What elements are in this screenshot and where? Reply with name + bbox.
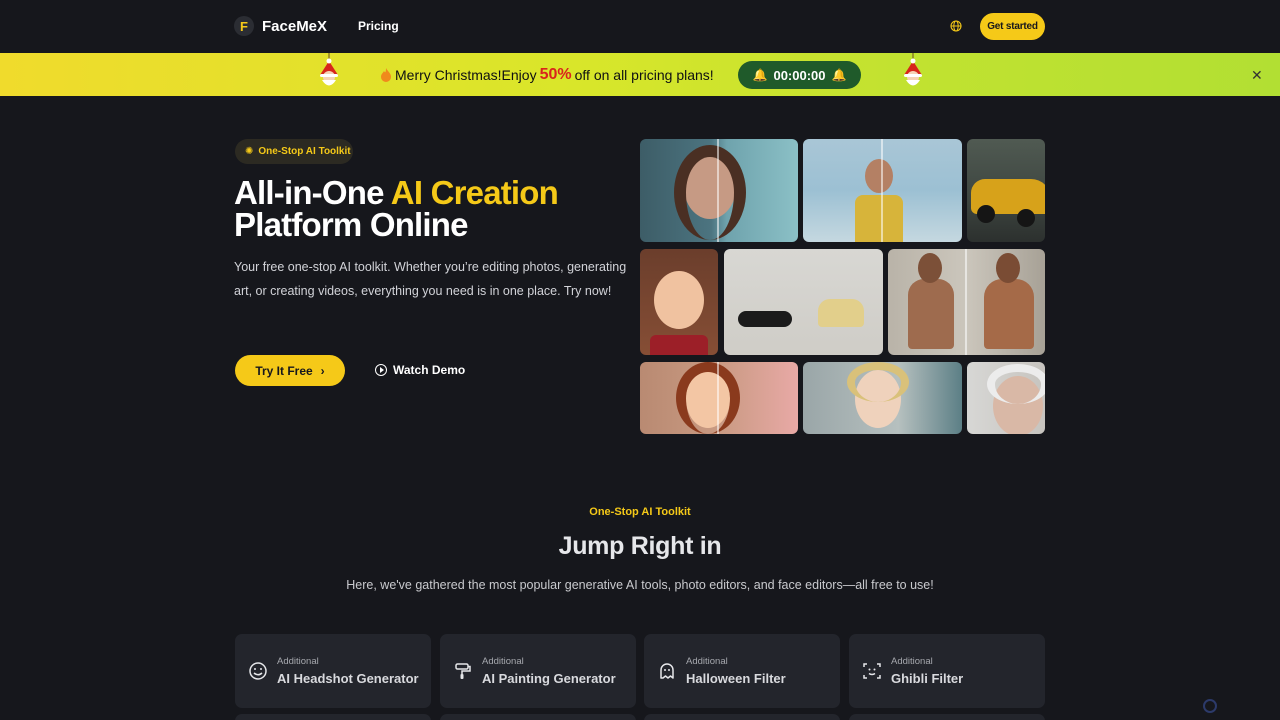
promo-percent: 50% — [539, 66, 572, 83]
smile-face-icon — [249, 662, 267, 680]
section-kicker: One-Stop AI Toolkit — [589, 506, 691, 518]
card-kicker: Additional — [482, 656, 524, 667]
tool-card-partial[interactable] — [440, 714, 636, 720]
card-title: Halloween Filter — [686, 671, 786, 686]
tool-card-ai-headshot[interactable]: Additional AI Headshot Generator — [235, 634, 431, 708]
santa-ornament-icon-2 — [904, 53, 922, 86]
promo-banner: Merry Christmas!Enjoy 50% off on all pri… — [0, 53, 1280, 96]
chevron-right-icon: › — [320, 363, 325, 378]
hero-description: Your free one-stop AI toolkit. Whether y… — [234, 260, 627, 298]
gallery-image-yellow-car — [967, 139, 1045, 242]
close-banner-icon[interactable]: ✕ — [1251, 67, 1263, 84]
gallery-image-blonde-girl — [803, 362, 962, 434]
gallery-image-muscle-man — [888, 249, 1045, 355]
countdown-timer: 🔔 00:00:00 🔔 — [738, 61, 861, 89]
hero-title-line2: Platform Online — [234, 206, 469, 243]
tool-card-partial[interactable] — [644, 714, 840, 720]
gallery-image-princess — [640, 362, 798, 434]
get-started-button[interactable]: Get started — [980, 13, 1045, 40]
gallery-image-portrait-curly — [640, 139, 798, 242]
gallery-image-beach-woman — [803, 139, 962, 242]
flame-icon — [381, 68, 391, 82]
gallery-image-cartoon-girl — [640, 249, 718, 355]
logo[interactable]: F FaceMeX — [234, 16, 327, 36]
tool-card-ghibli[interactable]: Additional Ghibli Filter — [849, 634, 1045, 708]
paint-roller-icon — [455, 663, 471, 679]
promo-text-after: off on all pricing plans! — [574, 67, 714, 83]
card-kicker: Additional — [686, 656, 728, 667]
hero-badge-label: One-Stop AI Toolkit — [258, 146, 351, 157]
logo-text: FaceMeX — [262, 17, 328, 35]
play-circle-icon — [375, 364, 387, 376]
bell-icon-2: 🔔 — [831, 68, 847, 82]
tool-card-partial[interactable] — [849, 714, 1045, 720]
card-kicker: Additional — [277, 656, 319, 667]
santa-ornament-icon — [320, 53, 338, 86]
card-title: AI Painting Generator — [482, 671, 616, 686]
gallery-image-cats — [724, 249, 883, 355]
card-title: AI Headshot Generator — [277, 671, 419, 686]
try-it-free-label: Try It Free — [255, 363, 313, 378]
hero-title: All-in-One AI Creation Platform Online — [234, 176, 559, 243]
sparkle-icon: ✺ — [245, 146, 254, 157]
card-title: Ghibli Filter — [891, 671, 964, 686]
tool-card-ai-painting[interactable]: Additional AI Painting Generator — [440, 634, 636, 708]
bell-icon: 🔔 — [752, 68, 768, 82]
recaptcha-badge-icon — [1203, 699, 1217, 713]
section-description: Here, we've gathered the most popular ge… — [346, 578, 934, 592]
section-title: Jump Right in — [558, 532, 722, 560]
globe-icon[interactable] — [950, 20, 962, 32]
watch-demo-label: Watch Demo — [393, 363, 466, 377]
promo-message: Merry Christmas!Enjoy 50% off on all pri… — [380, 66, 714, 84]
top-nav: F FaceMeX Pricing Get started — [0, 0, 1280, 53]
try-it-free-button[interactable]: Try It Free › — [235, 355, 345, 386]
tool-card-halloween[interactable]: Additional Halloween Filter — [644, 634, 840, 708]
hero-badge: ✺ One-Stop AI Toolkit — [235, 139, 353, 164]
tool-card-partial[interactable] — [235, 714, 431, 720]
timer-value: 00:00:00 — [773, 67, 826, 83]
card-kicker: Additional — [891, 656, 933, 667]
gallery-image-elderly-woman — [967, 362, 1045, 434]
nav-link-pricing[interactable]: Pricing — [358, 19, 399, 33]
promo-text-before: Merry Christmas!Enjoy — [395, 67, 537, 83]
face-scan-icon — [863, 663, 881, 679]
logo-mark-icon: F — [234, 16, 254, 36]
watch-demo-button[interactable]: Watch Demo — [375, 363, 465, 377]
ghost-icon — [660, 663, 674, 679]
